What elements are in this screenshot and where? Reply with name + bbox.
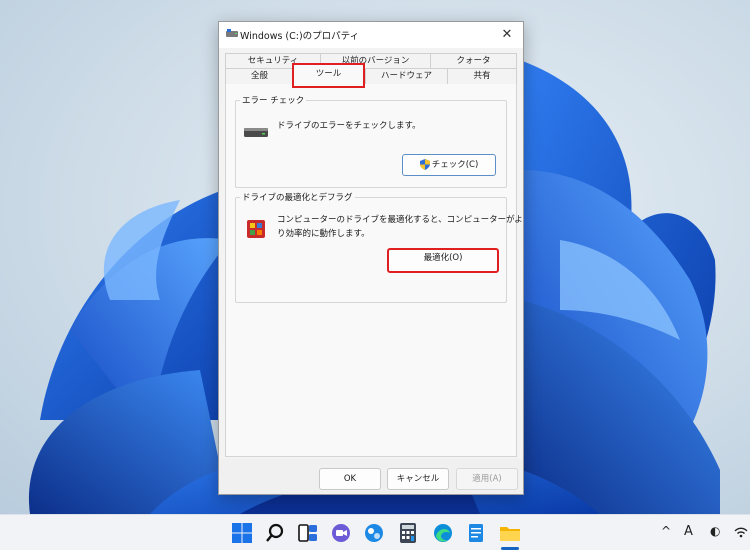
optimize-title: ドライブの最適化とデフラグ <box>240 191 355 203</box>
close-button[interactable]: ✕ <box>491 22 523 48</box>
defrag-icon <box>247 220 265 238</box>
drive-icon <box>226 29 238 37</box>
chat-icon[interactable] <box>330 522 352 544</box>
error-check-title: エラー チェック <box>240 94 307 106</box>
shield-icon <box>419 159 430 170</box>
optimize-button[interactable]: 最適化(O) <box>387 248 499 273</box>
tray-overflow-chevron[interactable]: ^ <box>661 524 671 538</box>
apply-button[interactable]: 適用(A) <box>456 468 518 490</box>
optimize-description-line2: り効率的に動作します。 <box>277 229 370 239</box>
check-button-label: チェック(C) <box>431 160 479 170</box>
snipping-tool-icon[interactable] <box>363 522 385 544</box>
check-button[interactable]: チェック(C) <box>402 154 496 176</box>
notepad-icon[interactable] <box>465 522 487 544</box>
calculator-icon[interactable] <box>397 522 419 544</box>
tab-hardware[interactable]: ハードウェア <box>365 68 447 84</box>
tab-general[interactable]: 全般 <box>225 68 293 84</box>
file-explorer-icon[interactable] <box>499 522 521 544</box>
tab-tools[interactable]: ツール <box>292 63 365 88</box>
edge-icon[interactable] <box>432 522 454 544</box>
search-icon[interactable] <box>264 522 286 544</box>
wifi-icon[interactable] <box>734 525 748 539</box>
taskbar: ^ A ◐ <box>0 514 750 550</box>
task-view-icon[interactable] <box>297 522 319 544</box>
optimize-group: ドライブの最適化とデフラグ コンピューターのドライブを最適化すると、コンピュータ… <box>235 191 523 303</box>
optimize-description-line1: コンピューターのドライブを最適化すると、コンピューターがよ <box>277 215 523 225</box>
error-check-description: ドライブのエラーをチェックします。 <box>277 121 421 131</box>
tools-tab-panel: エラー チェック ドライブのエラーをチェックします。 チェック(C) ドライブの… <box>225 84 523 457</box>
tab-sharing[interactable]: 共有 <box>447 68 517 84</box>
tab-quota[interactable]: クォータ <box>430 53 517 69</box>
dialog-footer: OK キャンセル 適用(A) <box>219 459 523 494</box>
ime-mode-icon[interactable]: ◐ <box>710 524 720 538</box>
start-icon[interactable] <box>231 522 253 544</box>
title-bar: Windows (C:)のプロパティ ✕ <box>219 22 523 48</box>
ok-button[interactable]: OK <box>319 468 381 490</box>
cancel-button[interactable]: キャンセル <box>387 468 449 490</box>
drive-properties-dialog: Windows (C:)のプロパティ ✕ セキュリティ 以前のバージョン クォー… <box>218 21 524 495</box>
drive-icon <box>244 128 268 137</box>
window-title: Windows (C:)のプロパティ <box>240 31 360 42</box>
error-check-group: エラー チェック ドライブのエラーをチェックします。 チェック(C) <box>235 94 507 188</box>
ime-indicator[interactable]: A <box>684 524 693 539</box>
